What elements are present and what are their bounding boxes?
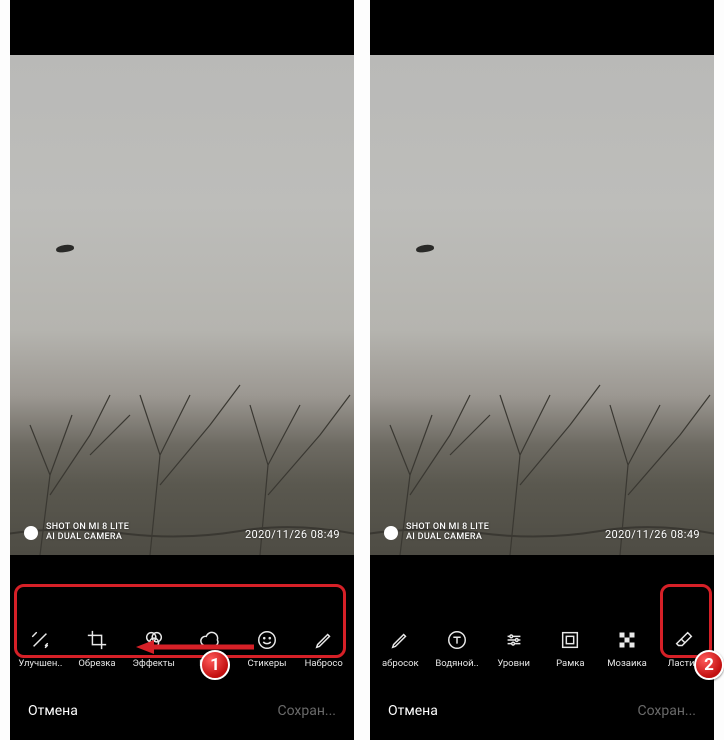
watermark: SHOT ON MI 8 LITE AI DUAL CAMERA bbox=[384, 523, 489, 543]
bird-shape bbox=[416, 244, 435, 253]
tool-crop[interactable]: Обрезка bbox=[69, 628, 126, 669]
cancel-button[interactable]: Отмена bbox=[388, 703, 438, 719]
save-button[interactable]: Сохран... bbox=[277, 703, 336, 719]
bird-shape bbox=[56, 244, 75, 253]
tool-watermark[interactable]: Водяной.. bbox=[429, 628, 486, 669]
sliders-icon bbox=[502, 628, 526, 652]
watermark-logo-icon bbox=[24, 526, 38, 540]
tool-effects[interactable]: Эффекты bbox=[125, 628, 182, 669]
tool-label: Стикеры bbox=[248, 658, 287, 669]
save-button[interactable]: Сохран... bbox=[637, 703, 696, 719]
tool-label: Рамка bbox=[556, 658, 584, 669]
screenshot-right: SHOT ON MI 8 LITE AI DUAL CAMERA 2020/11… bbox=[370, 0, 714, 740]
tool-label: Мозаика bbox=[607, 658, 647, 669]
tool-label: Обрезка bbox=[78, 658, 115, 669]
bottom-actions: Отмена Сохран... bbox=[10, 688, 354, 740]
smile-icon bbox=[255, 628, 279, 652]
screenshot-left: SHOT ON MI 8 LITE AI DUAL CAMERA 2020/11… bbox=[10, 0, 354, 740]
edit-toolbar-right[interactable]: абросок Водяной.. Уровни Рамка Мозаика Ластик bbox=[370, 608, 714, 688]
tool-label: абросок bbox=[382, 658, 419, 669]
tool-label: Эффекты bbox=[133, 658, 175, 669]
watermark-logo-icon bbox=[384, 526, 398, 540]
tool-mosaic[interactable]: Мозаика bbox=[599, 628, 656, 669]
watermark: SHOT ON MI 8 LITE AI DUAL CAMERA bbox=[24, 523, 129, 543]
cancel-button[interactable]: Отмена bbox=[28, 703, 78, 719]
tool-levels[interactable]: Уровни bbox=[485, 628, 542, 669]
tool-frame[interactable]: Рамка bbox=[542, 628, 599, 669]
pencil-icon bbox=[388, 628, 412, 652]
tool-eraser[interactable]: Ластик bbox=[655, 628, 712, 669]
filter-icon bbox=[142, 628, 166, 652]
crop-icon bbox=[85, 628, 109, 652]
text-icon bbox=[445, 628, 469, 652]
tool-label: Набросо bbox=[305, 658, 343, 669]
wand-icon bbox=[28, 628, 52, 652]
tool-sky[interactable]: Небо bbox=[182, 628, 239, 669]
photo-timestamp: 2020/11/26 08:49 bbox=[245, 528, 340, 541]
edit-toolbar-left[interactable]: Улучшен.. Обрезка Эффекты Небо Стикеры Наброс… bbox=[10, 608, 354, 688]
frame-icon bbox=[558, 628, 582, 652]
pencil-icon bbox=[312, 628, 336, 652]
eraser-icon bbox=[672, 628, 696, 652]
tool-label: Улучшен.. bbox=[18, 658, 62, 669]
watermark-line2: AI DUAL CAMERA bbox=[46, 533, 129, 543]
cloud-icon bbox=[198, 628, 222, 652]
photo-timestamp: 2020/11/26 08:49 bbox=[605, 528, 700, 541]
watermark-line2: AI DUAL CAMERA bbox=[406, 533, 489, 543]
tool-sketch[interactable]: Набросо bbox=[295, 628, 352, 669]
photo-preview[interactable]: SHOT ON MI 8 LITE AI DUAL CAMERA 2020/11… bbox=[10, 55, 354, 555]
tool-label: Ластик bbox=[668, 658, 700, 669]
tool-label: Уровни bbox=[497, 658, 530, 669]
tool-sketch[interactable]: абросок bbox=[372, 628, 429, 669]
tool-enhance[interactable]: Улучшен.. bbox=[12, 628, 69, 669]
tool-label: Водяной.. bbox=[435, 658, 478, 669]
mosaic-icon bbox=[615, 628, 639, 652]
bottom-actions: Отмена Сохран... bbox=[370, 688, 714, 740]
tool-label: Небо bbox=[199, 658, 222, 669]
photo-preview[interactable]: SHOT ON MI 8 LITE AI DUAL CAMERA 2020/11… bbox=[370, 55, 714, 555]
tool-stickers[interactable]: Стикеры bbox=[239, 628, 296, 669]
